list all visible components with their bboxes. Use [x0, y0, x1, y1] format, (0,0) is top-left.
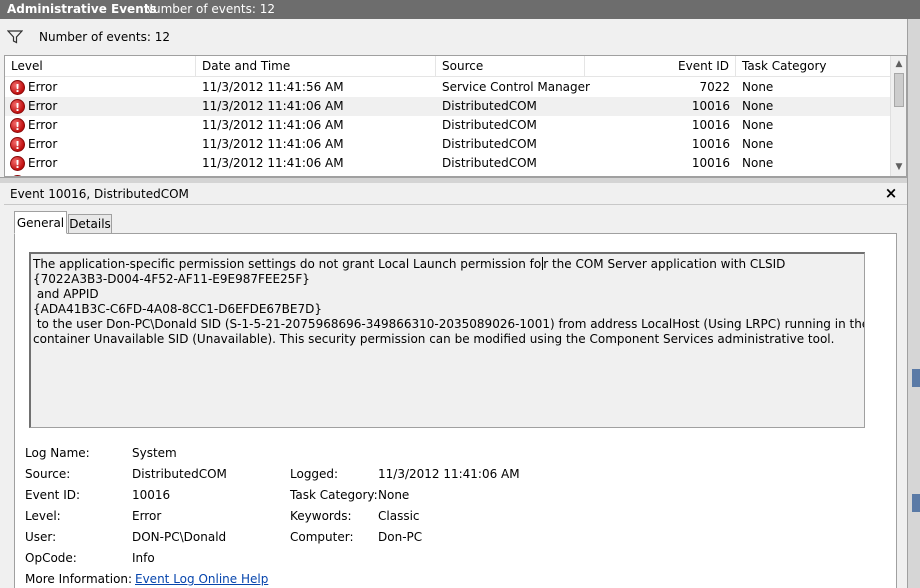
label-task-category: Task Category: — [290, 488, 378, 502]
cell-source: DistributedCOM — [442, 156, 537, 170]
label-source: Source: — [25, 467, 71, 481]
label-log-name: Log Name: — [25, 446, 90, 460]
cell-task-category: None — [742, 137, 774, 151]
error-icon: ! — [10, 80, 25, 95]
cell-source: DistributedCOM — [442, 99, 537, 113]
cell-task-category: None — [742, 118, 774, 132]
column-header-task-category[interactable]: Task Category — [736, 56, 890, 77]
label-event-id: Event ID: — [25, 488, 81, 502]
cell-task-category: None — [742, 99, 774, 113]
cell-level: Error — [28, 118, 58, 132]
title-bar: Administrative Events Number of events: … — [0, 0, 920, 19]
table-row[interactable]: ! Error 11/3/2012 11:41:06 AM DistributedCO… — [5, 135, 890, 154]
cell-date-time: 11/3/2012 11:41:06 AM — [202, 156, 344, 170]
cell-date-time: 11/3/2012 11:41:06 AM — [202, 99, 344, 113]
cell-event-id: 10016 — [691, 99, 730, 113]
filter-event-count: Number of events: 12 — [39, 30, 170, 44]
error-icon: ! — [10, 156, 25, 171]
value-level: Error — [132, 509, 162, 523]
funnel-icon[interactable] — [7, 30, 23, 44]
value-keywords: Classic — [378, 509, 420, 523]
cell-event-id: 10016 — [691, 118, 730, 132]
cell-event-id: 10016 — [691, 156, 730, 170]
value-computer: Don-PC — [378, 530, 423, 544]
cell-date-time: 11/3/2012 11:41:06 AM — [202, 137, 344, 151]
cell-source: Service Control Manager — [442, 80, 590, 94]
label-logged: Logged: — [290, 467, 339, 481]
value-user: DON-PC\Donald — [132, 530, 227, 544]
edge-marker — [912, 369, 920, 387]
title-event-count: Number of events: 12 — [144, 2, 275, 16]
cell-source: DistributedCOM — [442, 118, 537, 132]
error-icon: ! — [10, 137, 25, 152]
column-header-source[interactable]: Source — [436, 56, 585, 77]
cell-event-id: 10016 — [691, 137, 730, 151]
cell-date-time: 11/3/2012 11:41:06 AM — [202, 118, 344, 132]
column-header-date-time[interactable]: Date and Time — [196, 56, 436, 77]
filter-bar: Number of events: 12 — [0, 19, 907, 55]
event-list: Level Date and Time Source Event ID Task… — [4, 55, 907, 177]
right-edge-panel — [907, 19, 920, 588]
cell-date-time: 11/3/2012 11:41:56 AM — [202, 80, 344, 94]
column-header-level[interactable]: Level — [5, 56, 196, 77]
value-event-id: 10016 — [132, 488, 171, 502]
scroll-down-icon[interactable]: ▼ — [891, 159, 906, 175]
close-icon[interactable]: × — [883, 184, 899, 202]
value-log-name: System — [132, 446, 177, 460]
label-more-information: More Information: — [25, 572, 133, 586]
error-icon: ! — [10, 99, 25, 114]
error-icon: ! — [10, 118, 25, 133]
event-description[interactable]: The application-specific permission sett… — [29, 252, 865, 428]
value-task-category: None — [378, 488, 410, 502]
event-list-scrollbar[interactable]: ▲ ▼ — [890, 56, 906, 176]
table-row[interactable]: ! Error 11/3/2012 11:41:56 AM Service Contr… — [5, 78, 890, 97]
event-detail-title: Event 10016, DistributedCOM — [10, 187, 189, 201]
divider — [4, 204, 907, 205]
cell-task-category: None — [742, 156, 774, 170]
cell-level: Error — [28, 99, 58, 113]
event-detail-pane: Event 10016, DistributedCOM × General De… — [4, 183, 907, 588]
value-logged: 11/3/2012 11:41:06 AM — [378, 467, 520, 481]
tab-general[interactable]: General — [14, 211, 67, 234]
label-keywords: Keywords: — [290, 509, 352, 523]
value-source: DistributedCOM — [132, 467, 227, 481]
column-header-event-id[interactable]: Event ID — [585, 56, 736, 77]
event-log-online-help-link[interactable]: Event Log Online Help — [135, 572, 268, 586]
tab-details[interactable]: Details — [68, 214, 112, 234]
cell-level: Error — [28, 80, 58, 94]
table-row[interactable]: ! Error 11/3/2012 11:41:06 AM DistributedCO… — [5, 116, 890, 135]
table-row[interactable]: ! Error 11/3/2012 11:41:06 AM DistributedCO… — [5, 97, 890, 116]
cell-level: Error — [28, 156, 58, 170]
label-level: Level: — [25, 509, 61, 523]
label-user: User: — [25, 530, 57, 544]
label-computer: Computer: — [290, 530, 354, 544]
cell-task-category: None — [742, 80, 774, 94]
edge-marker — [912, 494, 920, 512]
view-title: Administrative Events — [7, 2, 157, 16]
value-opcode: Info — [132, 551, 155, 565]
cell-event-id: 7022 — [699, 80, 730, 94]
table-row[interactable]: ! Error 11/3/2012 11:41:06 AM DistributedCO… — [5, 154, 890, 173]
cell-source: DistributedCOM — [442, 137, 537, 151]
scroll-up-icon[interactable]: ▲ — [891, 56, 906, 72]
cell-level: Error — [28, 137, 58, 151]
event-list-header: Level Date and Time Source Event ID Task… — [5, 56, 890, 77]
label-opcode: OpCode: — [25, 551, 77, 565]
description-text-start: The application-specific permission sett… — [33, 257, 542, 271]
general-tab-panel: The application-specific permission sett… — [14, 233, 897, 588]
scroll-thumb[interactable] — [894, 73, 904, 107]
